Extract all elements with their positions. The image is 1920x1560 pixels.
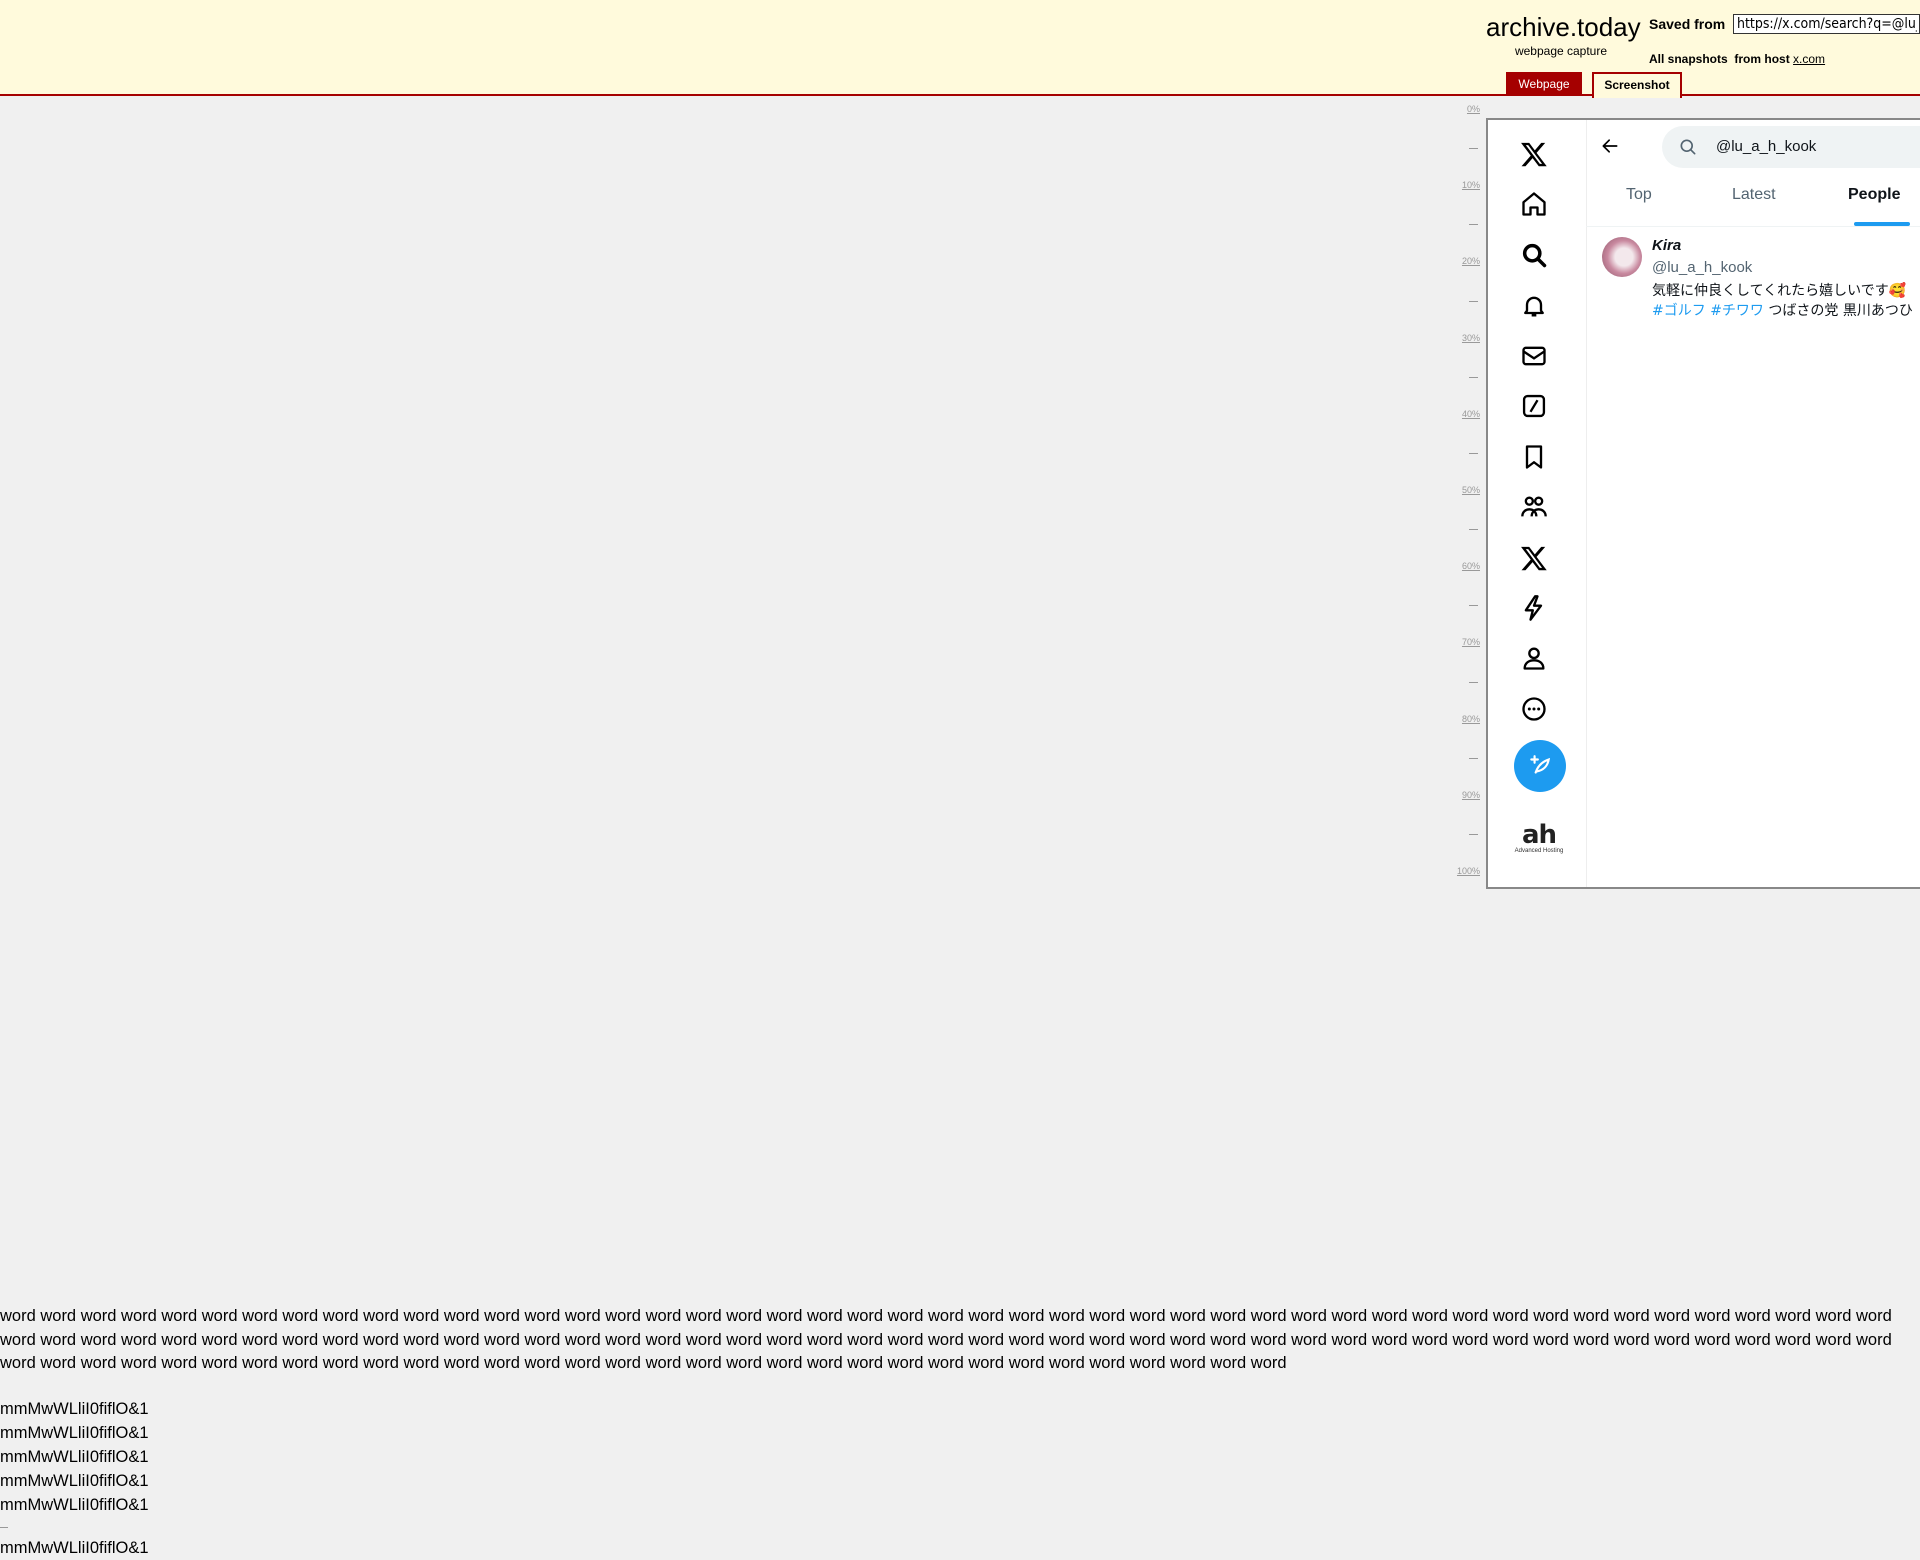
ruler-label[interactable]: 80%: [1462, 714, 1480, 724]
word-test-paragraph: word word word word word word word word …: [0, 1307, 1892, 1372]
tab-latest[interactable]: Latest: [1732, 170, 1776, 220]
bio-line-2: #ゴルフ #チワワ つばさの党 黒川あつひ: [1652, 301, 1920, 321]
archive-brand[interactable]: archive.today webpage capture: [1486, 10, 1641, 58]
lightning-icon[interactable]: [1516, 590, 1552, 626]
ah-logo-text: Advanced Hosting: [1514, 848, 1564, 854]
snapshots-line: All snapshots from host x.com: [1649, 52, 1825, 66]
ruler-tick: [1469, 605, 1478, 607]
mail-icon[interactable]: [1516, 338, 1552, 374]
ruler-tick: [1469, 376, 1478, 378]
ruler-tick: [1469, 148, 1478, 150]
advanced-hosting-logo[interactable]: ah Advanced Hosting: [1514, 822, 1564, 855]
all-snapshots-link[interactable]: All snapshots: [1649, 52, 1728, 66]
glyph-line: mmMwWLliI0fiflO&1: [0, 1472, 149, 1490]
ruler-label[interactable]: 10%: [1462, 180, 1480, 190]
ruler-label[interactable]: 40%: [1462, 409, 1480, 419]
ruler-label[interactable]: 90%: [1462, 790, 1480, 800]
bio-line-2-text: つばさの党 黒川あつひ: [1768, 303, 1913, 319]
scroll-ruler: 0% 10% 20% 30% 40% 50% 60% 70% 80% 90% 100%: [1440, 104, 1480, 890]
brand-subtitle: webpage capture: [1514, 44, 1608, 58]
user-bio: 気軽に仲良くしてくれたら嬉しいです🥰 #ゴルフ #チワワ つばさの党 黒川あつひ: [1652, 281, 1920, 321]
post-button[interactable]: [1514, 740, 1566, 792]
tab-top[interactable]: Top: [1626, 170, 1652, 220]
search-icon[interactable]: [1516, 237, 1552, 273]
x-logo-icon[interactable]: [1516, 136, 1552, 172]
ruler-tick: [1469, 833, 1478, 835]
ruler-label[interactable]: 60%: [1462, 561, 1480, 571]
saved-from-label: Saved from: [1649, 16, 1726, 32]
user-handle: @lu_a_h_kook: [1652, 259, 1753, 276]
glyph-line: mmMwWLliI0fiflO&1: [0, 1424, 149, 1442]
ah-logo-mark: ah: [1521, 820, 1557, 850]
back-arrow-icon[interactable]: [1596, 132, 1624, 160]
ruler-label[interactable]: 20%: [1462, 256, 1480, 266]
ruler-label[interactable]: 100%: [1457, 866, 1480, 876]
tab-people[interactable]: People: [1848, 170, 1900, 220]
ruler-tick: [1469, 681, 1478, 683]
ruler-label[interactable]: 50%: [1462, 485, 1480, 495]
host-link[interactable]: x.com: [1793, 52, 1825, 66]
screenshot-frame: ah Advanced Hosting @lu_a_h_kook Top Lat…: [1486, 118, 1920, 889]
glyph-line: mmMwWLliI0fiflO&1: [0, 1448, 149, 1466]
ruler-label[interactable]: 70%: [1462, 637, 1480, 647]
grok-icon[interactable]: [1516, 388, 1552, 424]
tab-screenshot[interactable]: Screenshot: [1592, 72, 1682, 98]
ruler-tick: [1469, 224, 1478, 226]
glyph-line: mmMwWLliI0fiflO&1: [0, 1496, 149, 1514]
tab-webpage[interactable]: Webpage: [1506, 72, 1582, 96]
x-side-nav: ah Advanced Hosting: [1488, 120, 1587, 887]
saved-url-field[interactable]: [1733, 14, 1920, 34]
bookmark-icon[interactable]: [1516, 439, 1552, 475]
premium-icon[interactable]: [1516, 540, 1552, 576]
hashtag-chihuahua[interactable]: #チワワ: [1710, 303, 1764, 319]
ruler-tick: [1469, 757, 1478, 759]
ruler-label[interactable]: 30%: [1462, 333, 1480, 343]
home-icon[interactable]: [1516, 186, 1552, 222]
ruler-tick: [1469, 452, 1478, 454]
hashtag-golf[interactable]: #ゴルフ: [1652, 303, 1706, 319]
user-name[interactable]: Kira: [1652, 237, 1681, 254]
more-icon[interactable]: [1516, 691, 1552, 727]
avatar[interactable]: [1602, 237, 1642, 277]
ruler-label[interactable]: 0%: [1467, 104, 1480, 114]
bell-icon[interactable]: [1516, 288, 1552, 324]
user-result-card[interactable]: Kira @lu_a_h_kook 気軽に仲良くしてくれたら嬉しいです🥰 #ゴル…: [1586, 227, 1920, 327]
ruler-tick: [1469, 300, 1478, 302]
search-input[interactable]: @lu_a_h_kook: [1716, 126, 1920, 168]
archive-header: archive.today webpage capture Saved from…: [0, 0, 1920, 98]
glyph-test-block: mmMwWLliI0fiflO&1 mmMwWLliI0fiflO&1 mmMw…: [0, 1397, 149, 1560]
bio-line-1: 気軽に仲良くしてくれたら嬉しいです🥰: [1652, 283, 1907, 299]
feather-plus-icon: [1530, 755, 1551, 774]
divider: [0, 1527, 8, 1528]
search-field-icon: [1680, 139, 1696, 155]
profile-icon[interactable]: [1516, 640, 1552, 676]
glyph-line: mmMwWLliI0fiflO&1: [0, 1400, 149, 1418]
x-main-column: @lu_a_h_kook Top Latest People Kira @lu_…: [1586, 120, 1920, 887]
from-host-label: from host: [1734, 52, 1790, 66]
ruler-tick: [1469, 529, 1478, 531]
glyph-line: mmMwWLliI0fiflO&1: [0, 1539, 149, 1557]
communities-icon[interactable]: [1516, 489, 1552, 525]
search-box[interactable]: @lu_a_h_kook: [1662, 126, 1920, 168]
brand-title[interactable]: archive.today: [1486, 10, 1641, 44]
